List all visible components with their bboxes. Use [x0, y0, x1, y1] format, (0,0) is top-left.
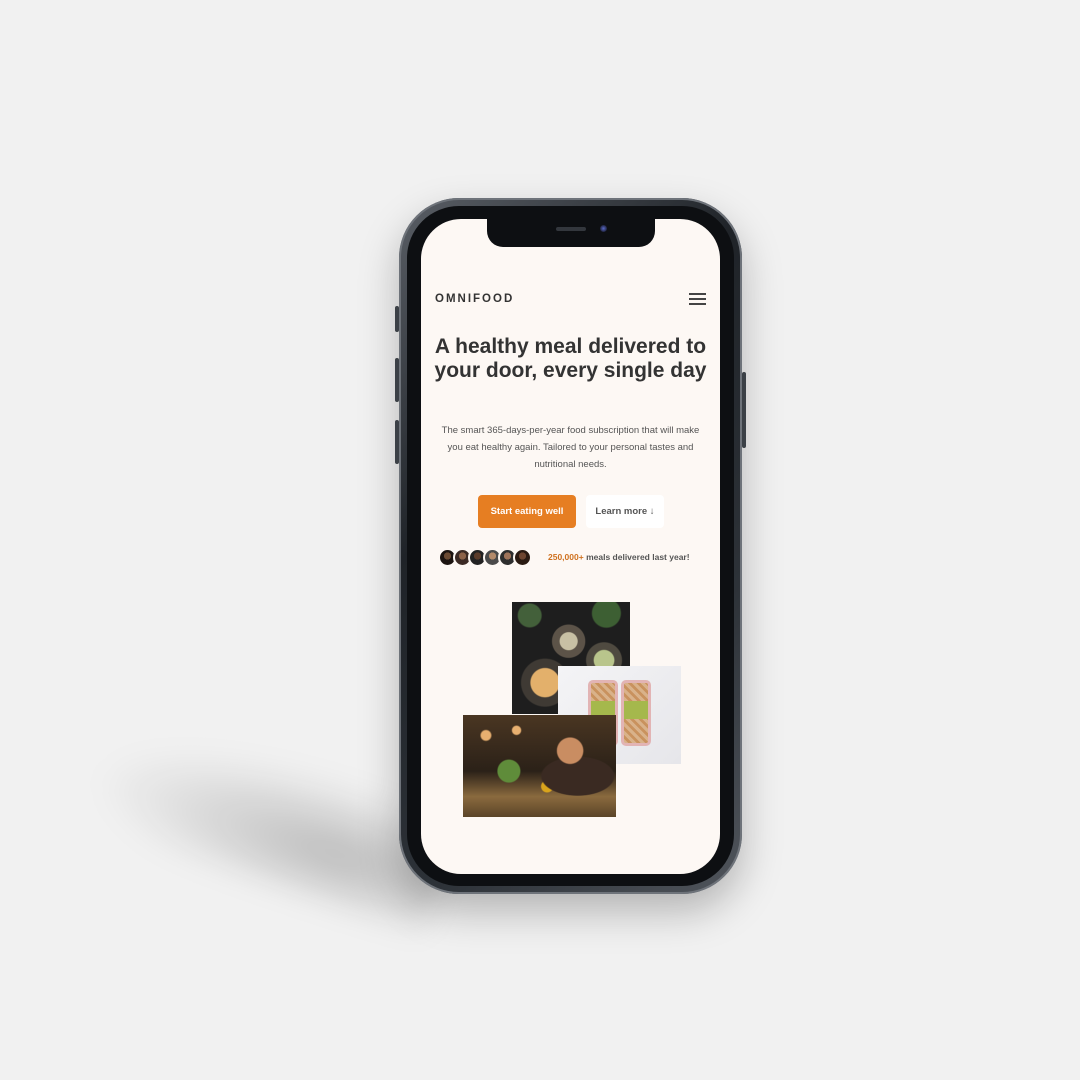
meals-delivered-count: 250,000+	[548, 552, 584, 562]
hero-description: The smart 365-days-per-year food subscri…	[441, 425, 700, 470]
navbar: OMNIFOOD	[435, 291, 706, 307]
hamburger-menu-icon[interactable]	[689, 293, 706, 305]
hero-title: A healthy meal delivered to your door, e…	[434, 335, 707, 382]
phone-screen: OMNIFOOD A healthy meal delivered to you…	[421, 219, 720, 874]
omnifood-logo[interactable]: OMNIFOOD	[435, 291, 514, 307]
volume-down-button	[395, 420, 399, 464]
customer-avatars	[438, 548, 542, 568]
learn-more-button[interactable]: Learn more ↓	[586, 495, 664, 528]
power-button	[742, 372, 746, 448]
front-camera	[600, 225, 607, 232]
avatar	[513, 548, 532, 567]
meals-delivered-text: 250,000+ meals delivered last year!	[548, 552, 690, 562]
silent-switch	[395, 306, 399, 332]
notch	[487, 219, 655, 247]
speaker-grille	[556, 227, 586, 231]
meals-delivered-label: meals delivered last year!	[586, 552, 690, 562]
woman-dining-photo	[463, 715, 616, 817]
start-eating-button[interactable]: Start eating well	[478, 495, 576, 528]
volume-up-button	[395, 358, 399, 402]
